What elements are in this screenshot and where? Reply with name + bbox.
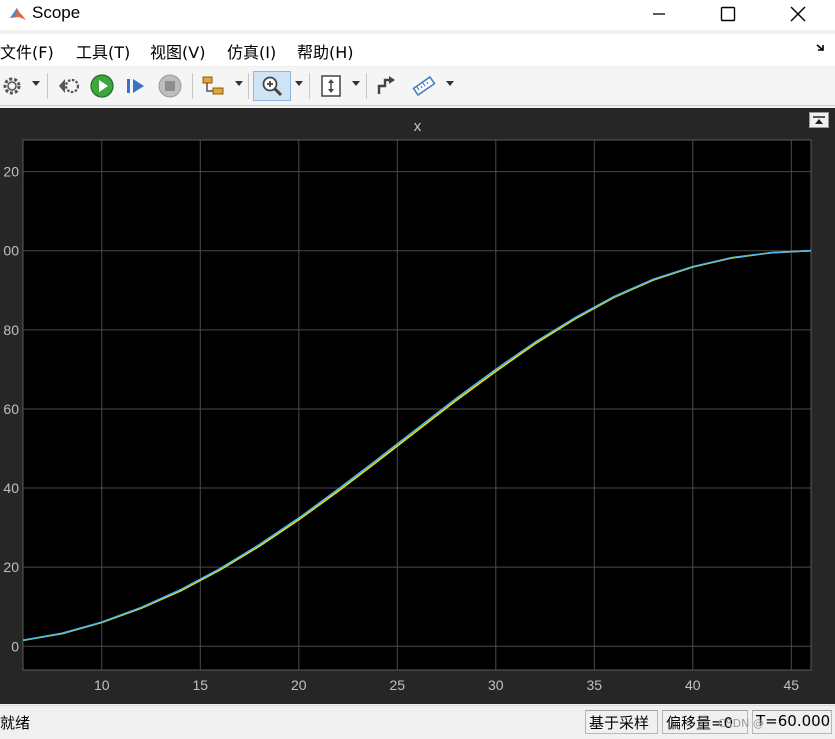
highlight-block-button[interactable]: [199, 71, 227, 101]
close-button[interactable]: [775, 0, 821, 28]
settings-button[interactable]: [0, 71, 24, 101]
dock-arrow-icon[interactable]: [815, 42, 827, 54]
minimize-icon: [653, 13, 665, 15]
status-time-text: T=60.000: [756, 712, 831, 730]
x-tick-label: 45: [784, 677, 800, 693]
settings-dropdown-icon[interactable]: [32, 81, 40, 86]
autoscale-icon: [321, 75, 341, 97]
x-tick-label: 40: [685, 677, 701, 693]
scope-chart[interactable]: 10 15 20 25 30 35 40 45 0 20 40 60 80 00 20: [0, 108, 835, 704]
step-forward-icon: [127, 79, 144, 93]
menu-help[interactable]: 帮助(H): [297, 39, 354, 63]
watermark: CSDN @: [718, 717, 764, 730]
ruler-icon: [412, 75, 436, 97]
zoom-in-button[interactable]: [253, 71, 291, 101]
x-tick-label: 15: [193, 677, 209, 693]
y-tick-label: 00: [3, 243, 19, 259]
toolbar-separator: [248, 73, 249, 99]
title-bar: Scope: [0, 0, 835, 30]
maximize-icon: [720, 6, 736, 22]
run-button[interactable]: [88, 71, 116, 101]
status-sample-based: 基于采样: [585, 710, 658, 734]
y-tick-label: 80: [3, 322, 19, 338]
zoom-in-icon: [262, 76, 283, 97]
x-tick-label: 30: [488, 677, 504, 693]
write-data-button[interactable]: [373, 71, 401, 101]
measurements-dropdown-icon[interactable]: [446, 81, 454, 86]
step-back-button[interactable]: [56, 71, 82, 101]
step-back-icon: [59, 78, 80, 94]
stop-icon: [158, 74, 182, 98]
menu-bar: 文件(F) 工具(T) 视图(V) 仿真(I) 帮助(H): [0, 34, 835, 66]
signal-logging-icon: [377, 76, 395, 94]
y-tick-label: 20: [3, 559, 19, 575]
x-tick-label: 10: [94, 677, 110, 693]
status-time: T=60.000: [752, 710, 832, 734]
x-tick-label: 25: [390, 677, 406, 693]
toolbar-separator: [47, 73, 48, 99]
x-tick-label: 35: [587, 677, 603, 693]
autoscale-button[interactable]: [317, 71, 345, 101]
toolbar-separator: [192, 73, 193, 99]
menu-file[interactable]: 文件(F): [0, 39, 54, 63]
x-tick-label: 20: [291, 677, 307, 693]
menu-simulation[interactable]: 仿真(I): [227, 39, 276, 63]
status-bar: 就绪 基于采样 偏移量=0 T=60.000 CSDN @: [0, 705, 835, 739]
run-icon: [90, 74, 114, 98]
autoscale-dropdown-icon[interactable]: [352, 81, 360, 86]
maximize-button[interactable]: [705, 0, 751, 28]
window-title: Scope: [32, 3, 81, 22]
y-tick-label: 0: [11, 638, 19, 654]
highlight-dropdown-icon[interactable]: [235, 81, 243, 86]
close-icon: [790, 6, 806, 22]
y-tick-label: 40: [3, 480, 19, 496]
menu-tools[interactable]: 工具(T): [76, 39, 130, 63]
y-tick-label: 60: [3, 401, 19, 417]
matlab-logo-icon: [10, 8, 26, 20]
menu-view[interactable]: 视图(V): [150, 39, 205, 63]
highlight-block-icon: [202, 76, 224, 95]
step-forward-button[interactable]: [123, 71, 149, 101]
status-ready: 就绪: [0, 714, 31, 732]
zoom-dropdown-icon[interactable]: [295, 81, 303, 86]
scope-panel: x 10 15 20 25 30 35 40 45 0 20 40 60 80 00 20: [0, 108, 835, 704]
gear-icon: [3, 77, 21, 95]
toolbar-separator: [366, 73, 367, 99]
toolbar: [0, 67, 835, 106]
toolbar-separator: [309, 73, 310, 99]
measurements-button[interactable]: [409, 71, 439, 101]
minimize-button[interactable]: [636, 0, 682, 28]
y-tick-label: 20: [3, 164, 19, 180]
stop-button[interactable]: [156, 71, 184, 101]
